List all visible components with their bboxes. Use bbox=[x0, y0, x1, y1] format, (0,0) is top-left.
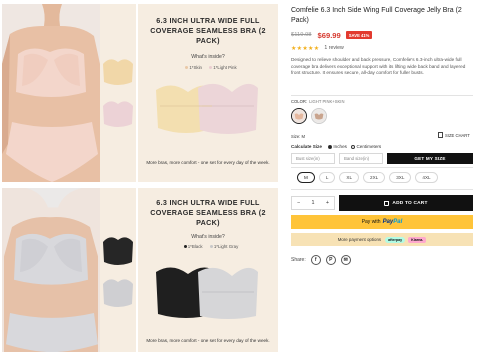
unit-inches-radio[interactable]: Inches bbox=[327, 144, 347, 149]
product-description: Designed to relieve shoulder and back pr… bbox=[291, 57, 466, 76]
promo-card: 6.3 INCH ULTRA WIDE FULL COVERAGE SEAMLE… bbox=[138, 188, 278, 352]
color-dot bbox=[209, 245, 213, 249]
radio-label: Inches bbox=[333, 144, 347, 149]
share-row: Share: f P ✉ bbox=[291, 255, 351, 265]
swatch-black-gray[interactable] bbox=[311, 108, 327, 124]
swatch-light-pink-skin[interactable] bbox=[291, 108, 307, 124]
rating-row[interactable]: ★★★★★ 1 review bbox=[291, 44, 344, 52]
gallery-panel-1[interactable]: 6.3 INCH ULTRA WIDE FULL COVERAGE SEAMLE… bbox=[0, 0, 278, 184]
divider bbox=[291, 95, 473, 96]
add-to-cart-label: ADD TO CART bbox=[392, 200, 428, 206]
product-title: Comfelie 6.3 Inch Side Wing Full Coverag… bbox=[291, 7, 462, 24]
size-chart-label: SIZE CHART bbox=[445, 132, 470, 138]
size-label: Size: M bbox=[291, 134, 305, 139]
size-option-m[interactable]: M bbox=[297, 172, 315, 183]
gallery-panel-2[interactable]: 6.3 INCH ULTRA WIDE FULL COVERAGE SEAMLE… bbox=[0, 184, 278, 354]
radio-dot bbox=[327, 144, 332, 149]
pack-color-label: 1*Skin bbox=[189, 65, 203, 70]
promo-subtitle: What's inside? bbox=[191, 234, 225, 240]
size-option-xl[interactable]: XL bbox=[339, 172, 360, 183]
promo-title: 6.3 INCH ULTRA WIDE FULL COVERAGE SEAMLE… bbox=[150, 16, 266, 45]
pack-color-label: 1*Black bbox=[187, 244, 203, 249]
swatch-image bbox=[292, 109, 306, 123]
thumb-illustration bbox=[103, 237, 133, 307]
promo-subtitle: What's inside? bbox=[191, 54, 225, 60]
divider bbox=[291, 167, 473, 168]
email-share-icon[interactable]: ✉ bbox=[340, 255, 351, 265]
bra-pair-illustration bbox=[156, 83, 258, 134]
model-photo-gray[interactable] bbox=[2, 188, 100, 352]
color-swatches bbox=[291, 108, 327, 124]
band-size-input[interactable]: Band size(in) bbox=[339, 153, 383, 164]
product-info: Comfelie 6.3 Inch Side Wing Full Coverag… bbox=[291, 0, 477, 354]
save-badge: SAVE 41% bbox=[345, 31, 373, 39]
pack-colors: 1*Black 1*Light Gray bbox=[138, 244, 278, 249]
paypal-pay: Pay bbox=[382, 219, 394, 225]
quantity-stepper[interactable]: − 1 + bbox=[291, 196, 335, 210]
size-option-2xl[interactable]: 2XL bbox=[363, 172, 386, 183]
bust-size-input[interactable]: Bust size(in) bbox=[291, 153, 335, 164]
size-option-l[interactable]: L bbox=[318, 172, 336, 183]
klarna-logo: Klarna. bbox=[408, 236, 427, 243]
qty-value[interactable]: 1 bbox=[312, 200, 315, 206]
size-option-4xl[interactable]: 4XL bbox=[415, 172, 438, 183]
color-value: LIGHT PINK+SKIN bbox=[309, 99, 345, 104]
cart-row: − 1 + ADD TO CART bbox=[291, 195, 473, 211]
facebook-share-icon[interactable]: f bbox=[310, 255, 321, 265]
more-payment-options[interactable]: More payment options afterpay Klarna. bbox=[291, 233, 473, 246]
pay-with-label: Pay with bbox=[361, 219, 381, 225]
star-rating-icon: ★★★★★ bbox=[291, 45, 320, 52]
size-option-3xl[interactable]: 3XL bbox=[389, 172, 412, 183]
color-dot bbox=[209, 66, 213, 70]
color-option-label: COLOR: LIGHT PINK+SKIN bbox=[291, 99, 344, 104]
color-thumbnails bbox=[100, 4, 136, 182]
radio-dot bbox=[350, 144, 355, 149]
color-dot bbox=[183, 245, 187, 249]
paypal-button[interactable]: Pay with PayPal bbox=[291, 215, 473, 229]
sale-price: $69.99 bbox=[317, 30, 341, 40]
get-my-size-button[interactable]: GET MY SIZE bbox=[387, 153, 473, 164]
afterpay-logo: afterpay bbox=[385, 236, 406, 243]
color-thumbnails bbox=[100, 188, 136, 352]
paypal-logo: PayPal bbox=[383, 219, 403, 225]
more-payment-label: More payment options bbox=[337, 237, 382, 242]
divider bbox=[291, 189, 473, 190]
review-count-link[interactable]: 1 review bbox=[324, 45, 343, 51]
promo-footnote: More bras, more comfort - one set for ev… bbox=[146, 159, 270, 165]
color-label: COLOR: bbox=[291, 99, 308, 104]
model-photo-skin[interactable] bbox=[2, 4, 100, 182]
swatch-image bbox=[312, 109, 326, 123]
promo-card: 6.3 INCH ULTRA WIDE FULL COVERAGE SEAMLE… bbox=[138, 4, 278, 182]
radio-label: Centimeters bbox=[356, 144, 382, 149]
qty-increment-button[interactable]: + bbox=[326, 200, 329, 206]
color-dot bbox=[185, 66, 189, 70]
add-to-cart-button[interactable]: ADD TO CART bbox=[339, 195, 473, 211]
promo-footnote: More bras, more comfort - one set for ev… bbox=[146, 337, 270, 343]
pack-color-label: 1*Light Gray bbox=[213, 244, 239, 249]
model-illustration bbox=[2, 188, 100, 352]
unit-cm-radio[interactable]: Centimeters bbox=[350, 144, 382, 149]
model-illustration bbox=[2, 4, 100, 182]
calculate-size-row: Calculate Size Inches Centimeters bbox=[291, 144, 385, 149]
calculate-size-label: Calculate Size bbox=[291, 144, 322, 149]
share-label: Share: bbox=[291, 257, 306, 263]
compare-price: $119.98 bbox=[291, 32, 312, 38]
qty-decrement-button[interactable]: − bbox=[297, 200, 300, 206]
bag-icon bbox=[384, 200, 390, 206]
product-gallery: 6.3 INCH ULTRA WIDE FULL COVERAGE SEAMLE… bbox=[0, 0, 278, 354]
paypal-pal: Pal bbox=[393, 219, 403, 225]
bra-pair-illustration bbox=[156, 267, 258, 319]
promo-title: 6.3 INCH ULTRA WIDE FULL COVERAGE SEAMLE… bbox=[150, 198, 266, 227]
thumb-illustration bbox=[103, 59, 133, 127]
size-selector: M L XL 2XL 3XL 4XL bbox=[297, 172, 438, 183]
pinterest-share-icon[interactable]: P bbox=[325, 255, 336, 265]
price-row: $119.98 $69.99 SAVE 41% bbox=[291, 30, 373, 40]
ruler-icon bbox=[438, 132, 443, 138]
size-calculator-inputs: Bust size(in) Band size(in) GET MY SIZE bbox=[291, 153, 473, 164]
pack-color-label: 1*Light Pink bbox=[213, 65, 237, 70]
size-chart-link[interactable]: SIZE CHART bbox=[438, 132, 470, 138]
pack-colors: 1*Skin 1*Light Pink bbox=[138, 65, 278, 70]
